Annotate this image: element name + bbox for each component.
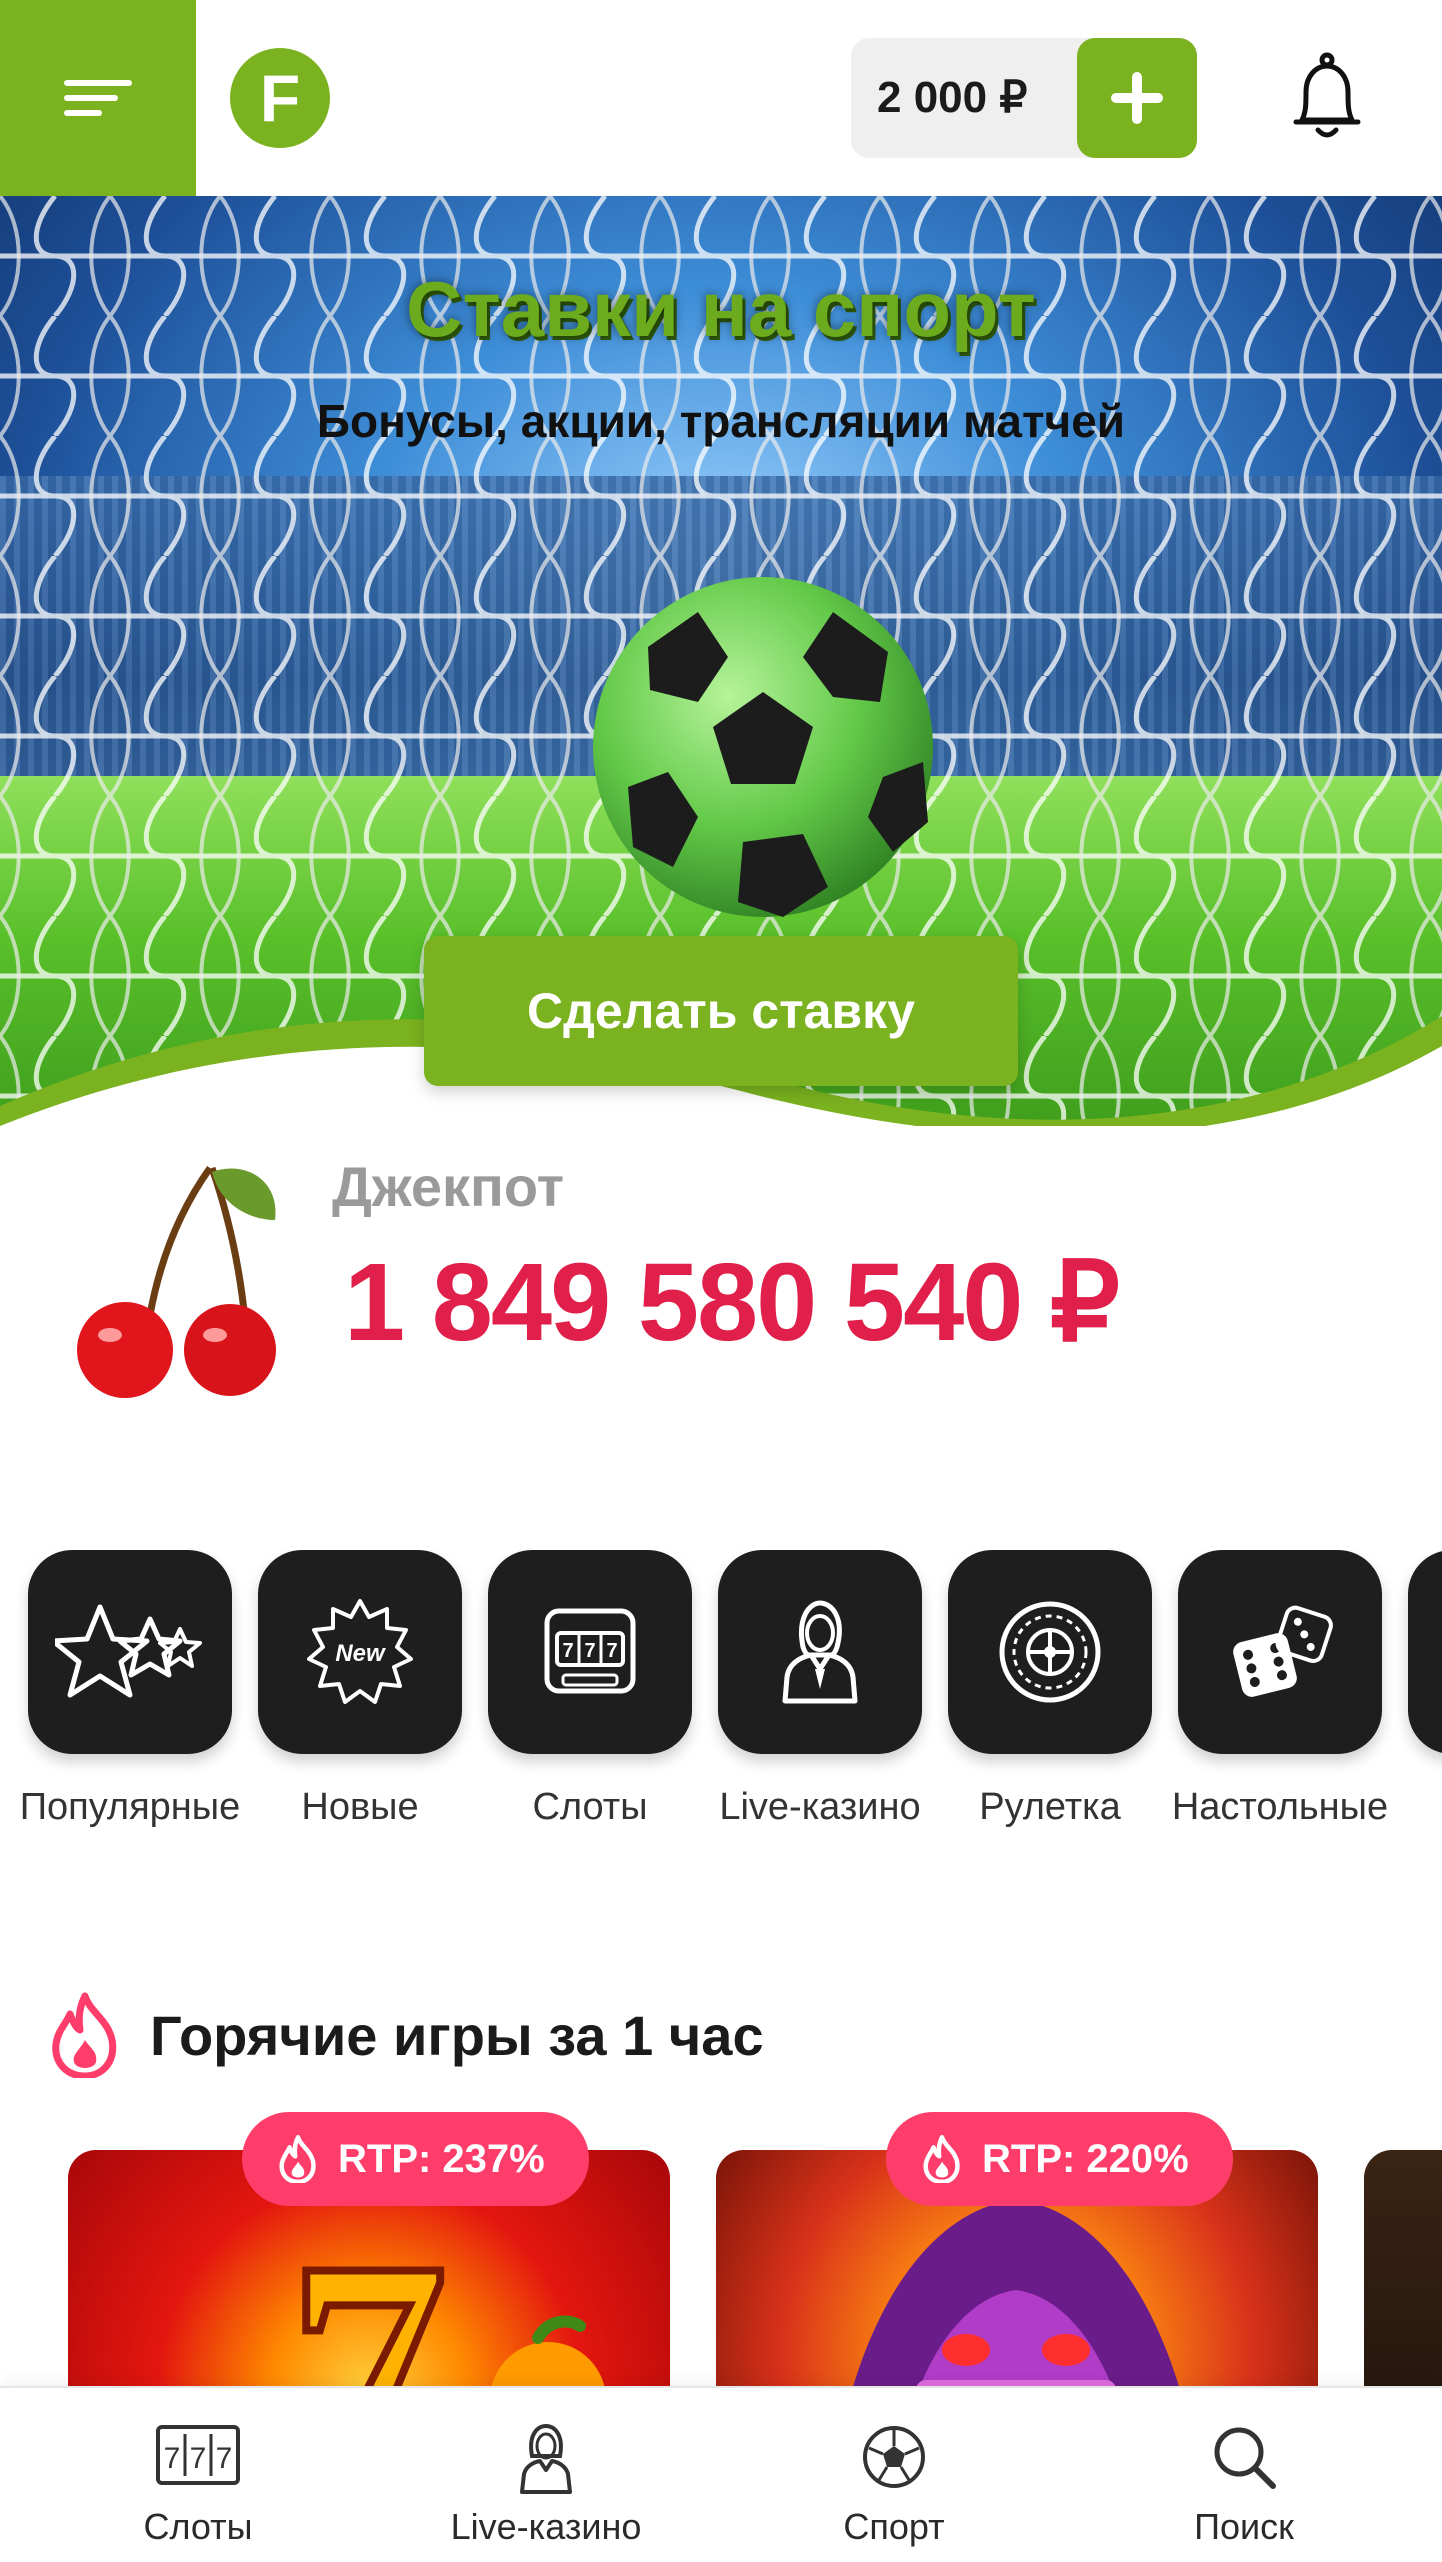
svg-text:New: New [335, 1640, 386, 1667]
flame-icon [52, 1992, 117, 2078]
banner-title: Ставки на спорт [406, 265, 1036, 353]
category-tile[interactable] [1178, 1550, 1382, 1754]
category-label: Настольные [1171, 1786, 1389, 1828]
balance-amount: 2 000 ₽ [877, 73, 1028, 122]
plus-icon [1111, 72, 1163, 124]
svg-text:7: 7 [584, 1640, 595, 1662]
deposit-button[interactable] [1077, 38, 1197, 158]
svg-text:7: 7 [190, 2442, 207, 2475]
category-roulette[interactable]: Рулетка [948, 1550, 1152, 1828]
category-table-games[interactable]: Настольные [1172, 1550, 1388, 1828]
dice-icon [1233, 1605, 1333, 1697]
nav-label: Слоты [143, 2506, 253, 2547]
hot-games-title: Горячие игры за 1 час [150, 2003, 764, 2067]
banner-subtitle: Бонусы, акции, трансляции матчей [316, 395, 1126, 447]
rtp-badge: RTP: 220% [886, 2112, 1233, 2206]
category-label: Новые [301, 1786, 419, 1828]
jackpot-section: Джекпот 1 849 580 540 ₽ [0, 1130, 1442, 1430]
stars-icon [55, 1604, 202, 1698]
category-next-partial[interactable] [1408, 1550, 1442, 1754]
category-popular[interactable]: Популярные [20, 1550, 240, 1828]
soccer-ball-image [593, 577, 933, 917]
category-row: Популярные New Новые 7 7 7 Слоты Live-ка… [0, 1550, 1442, 1850]
category-tile[interactable] [1408, 1550, 1442, 1754]
hot-games-header: Горячие игры за 1 час [46, 1990, 764, 2080]
flame-icon [923, 2135, 960, 2183]
category-tile[interactable]: New [258, 1550, 462, 1754]
category-live-casino[interactable]: Live-казино [718, 1550, 922, 1828]
nav-label: Live-казино [450, 2506, 642, 2547]
nav-sport[interactable]: Спорт [744, 2388, 1044, 2562]
svg-text:7: 7 [216, 2442, 233, 2475]
hamburger-icon [64, 80, 132, 116]
category-label: Рулетка [979, 1786, 1121, 1828]
svg-text:7: 7 [562, 1640, 573, 1662]
jackpot-value: 1 849 580 540 ₽ [344, 1241, 1120, 1364]
category-label: Слоты [532, 1786, 648, 1828]
dealer-icon [782, 1600, 858, 1704]
category-label: Live-казино [719, 1786, 921, 1828]
category-tile[interactable] [28, 1550, 232, 1754]
svg-text:7: 7 [606, 1640, 617, 1662]
dealer-icon [520, 2424, 572, 2494]
page: F 2 000 ₽ Ставки на спорт Бонусы, акции,… [0, 0, 1442, 2562]
slot-machine-icon: 7 7 7 [156, 2425, 240, 2485]
place-bet-button[interactable]: Сделать ставку [424, 936, 1018, 1086]
nav-label: Спорт [843, 2506, 945, 2547]
category-tile[interactable] [718, 1550, 922, 1754]
balance-widget[interactable]: 2 000 ₽ [851, 38, 1197, 158]
soccer-ball-icon [863, 2426, 925, 2488]
flame-icon [279, 2135, 316, 2183]
jackpot-label: Джекпот [332, 1155, 565, 1218]
logo[interactable]: F [230, 48, 330, 148]
nav-live-casino[interactable]: Live-казино [396, 2388, 696, 2562]
roulette-icon [999, 1601, 1101, 1703]
category-label: Популярные [19, 1786, 241, 1828]
slot-machine-icon: 7 7 7 [544, 1608, 636, 1694]
top-header: F 2 000 ₽ [0, 0, 1442, 196]
category-new[interactable]: New Новые [258, 1550, 462, 1828]
cherry-icon [77, 1165, 276, 1398]
nav-search[interactable]: Поиск [1094, 2388, 1394, 2562]
category-slots[interactable]: 7 7 7 Слоты [488, 1550, 692, 1828]
svg-text:7: 7 [164, 2442, 181, 2475]
rtp-value: RTP: 237% [338, 2136, 545, 2181]
bottom-navigation: 7 7 7 Слоты Live-казино Спорт Поиск [0, 2386, 1442, 2562]
rtp-value: RTP: 220% [982, 2136, 1189, 2181]
bell-icon[interactable] [1288, 52, 1366, 142]
nav-slots[interactable]: 7 7 7 Слоты [48, 2388, 348, 2562]
nav-label: Поиск [1194, 2506, 1294, 2547]
category-tile[interactable] [948, 1550, 1152, 1754]
search-icon [1214, 2427, 1276, 2489]
category-tile[interactable]: 7 7 7 [488, 1550, 692, 1754]
menu-button[interactable] [0, 0, 196, 196]
new-badge-icon: New [307, 1599, 413, 1704]
rtp-badge: RTP: 237% [242, 2112, 589, 2206]
